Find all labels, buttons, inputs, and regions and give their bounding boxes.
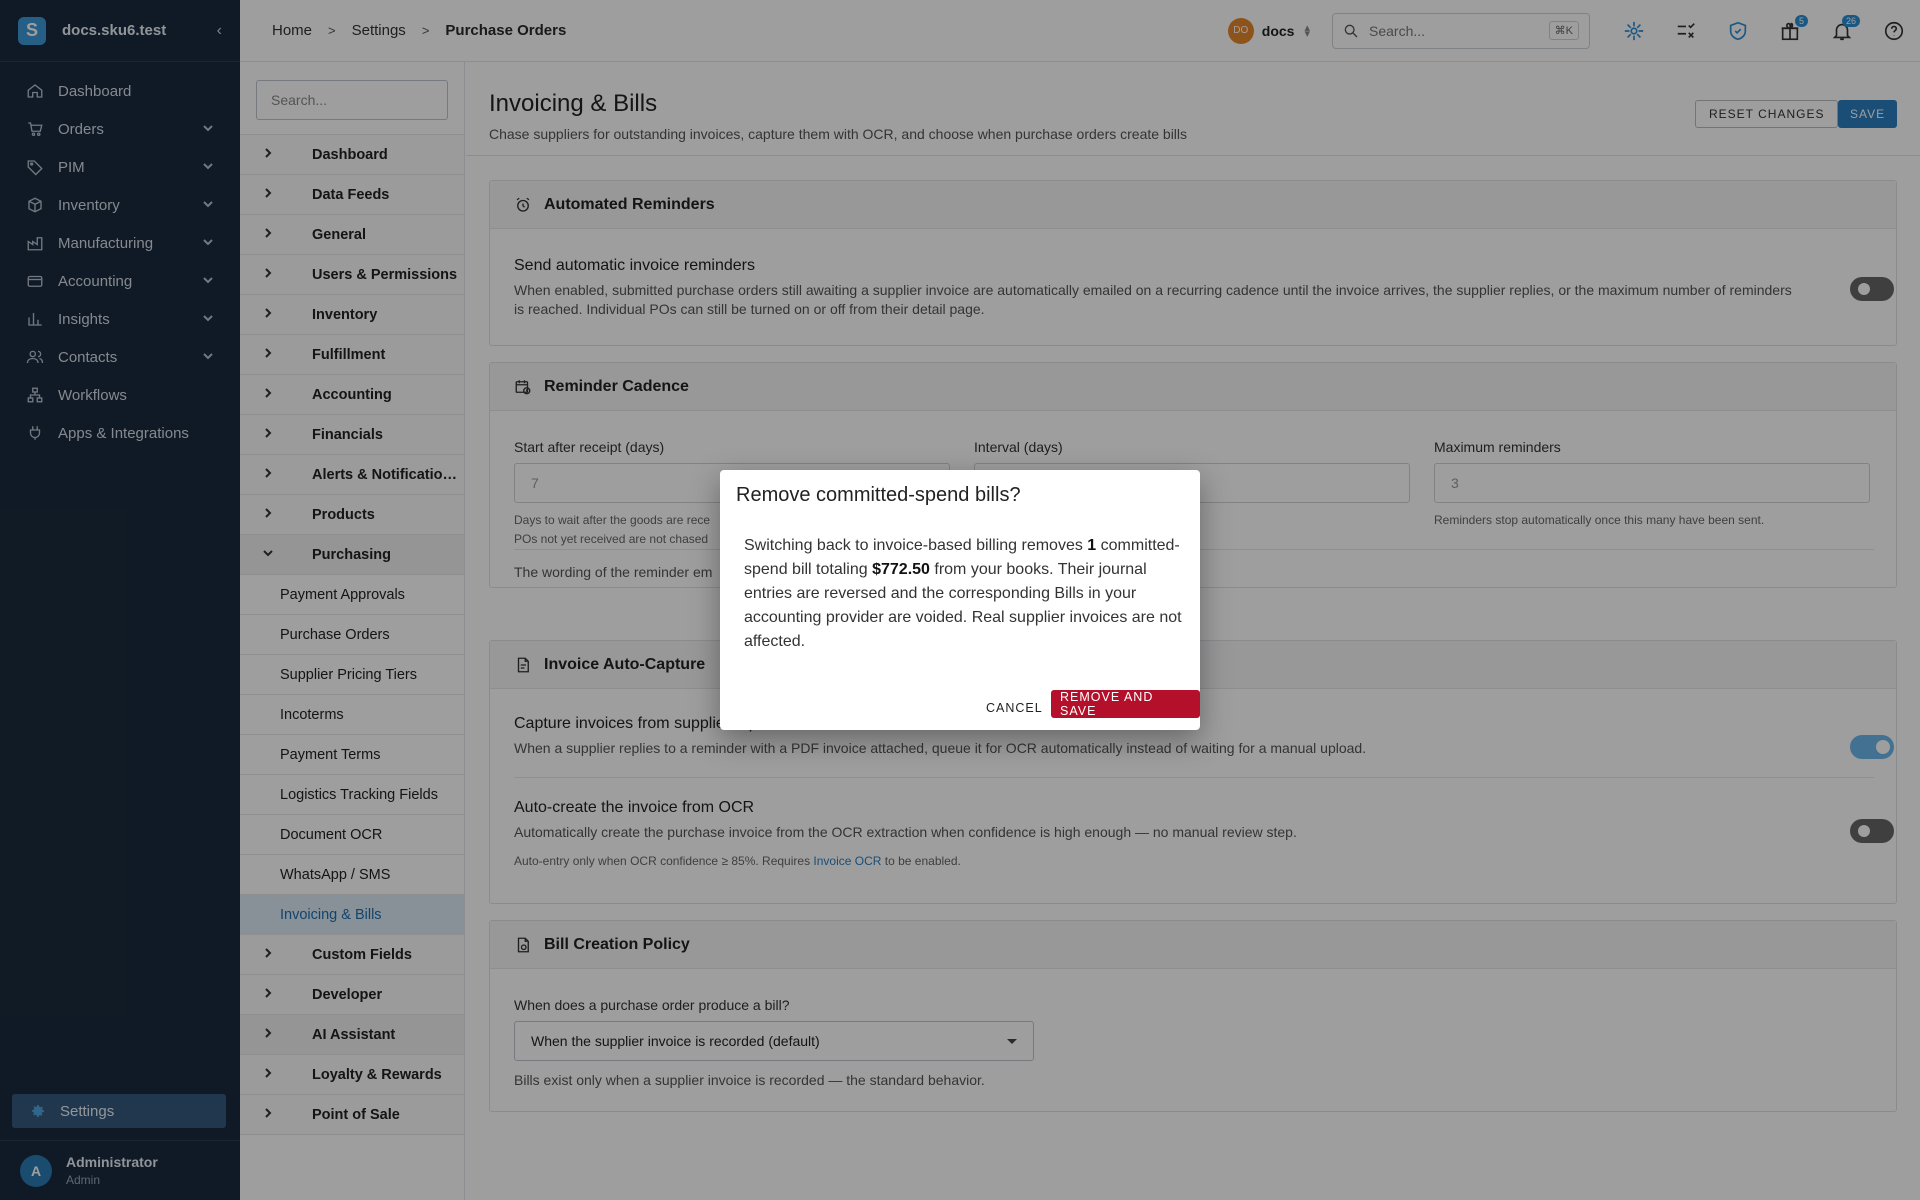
dialog-body: Switching back to invoice-based billing … (744, 537, 1182, 650)
bill-amount: $772.50 (872, 561, 930, 578)
cancel-button[interactable]: CANCEL (976, 694, 1053, 722)
remove-and-save-button[interactable]: REMOVE AND SAVE (1051, 690, 1200, 718)
dialog-title: Remove committed-spend bills? (736, 484, 1021, 506)
confirm-dialog: Remove committed-spend bills? Switching … (720, 470, 1200, 730)
bill-count: 1 (1087, 537, 1097, 554)
